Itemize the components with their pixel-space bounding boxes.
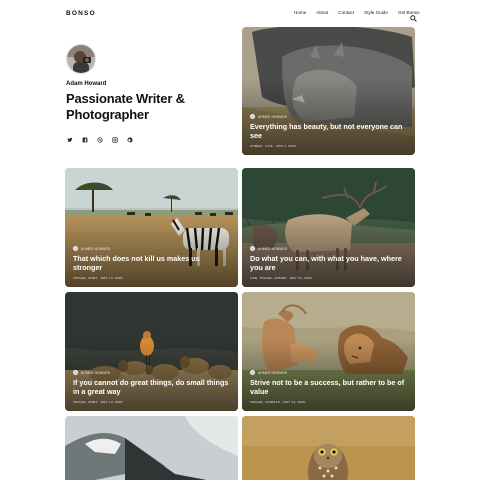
search-icon[interactable] [410,9,417,22]
nav-home[interactable]: Home [294,10,306,15]
post-card[interactable]: Ahmed Howard That which does not kill us… [65,168,238,287]
post-tags[interactable]: Travel, Animals [250,400,280,404]
post-card[interactable]: Ahmed Howard Strive not to be a success,… [242,292,415,411]
post-date: May 14, 2020 [289,276,312,280]
main-nav: Home About Contact Style Guide Get Bonso [294,9,430,22]
post-author-avatar [73,370,78,375]
post-author[interactable]: Ahmed Howard [258,247,287,251]
post-tags[interactable]: Life, Travel, Ahmed [250,276,287,280]
post-title[interactable]: Everything has beauty, but not everyone … [250,122,407,140]
dribbble-icon[interactable] [96,136,103,143]
post-author[interactable]: Ahmed Howard [81,247,110,251]
post-author-avatar [250,370,255,375]
facebook-icon[interactable] [81,136,88,143]
avatar [66,44,96,74]
post-tags[interactable]: Travel, Ahmt [73,276,97,280]
post-card[interactable]: Ahmed Howard If you cannot do great thin… [65,292,238,411]
social-links [66,136,236,143]
post-card[interactable] [65,416,238,480]
owl-photo [242,416,415,480]
post-title[interactable]: Strive not to be a success, but rather t… [250,378,407,396]
post-title[interactable]: Do what you can, with what you have, whe… [250,254,407,272]
post-author-avatar [73,246,78,251]
instagram-icon[interactable] [111,136,118,143]
post-date: Apr 4, 2020 [276,144,296,148]
post-author[interactable]: Ahmed Howard [258,371,287,375]
post-author[interactable]: Ahmed Howard [81,371,110,375]
post-title[interactable]: If you cannot do great things, do small … [73,378,230,396]
top-bar: BONSO Home About Contact Style Guide Get… [0,0,480,28]
site-logo[interactable]: BONSO [66,10,96,17]
post-card[interactable] [242,416,415,480]
post-tags[interactable]: Travel, Ahmt [73,400,97,404]
post-date: May 14, 2020 [100,400,123,404]
github-icon[interactable] [126,136,133,143]
twitter-icon[interactable] [66,136,73,143]
post-tags[interactable]: Ahmed · Life [250,144,273,148]
nav-style-guide[interactable]: Style Guide [364,10,388,15]
post-author-avatar [250,114,255,119]
post-author-avatar [250,246,255,251]
post-card[interactable]: Ahmed Howard Everything has beauty, but … [242,27,415,155]
nav-about[interactable]: About [316,10,328,15]
author-profile: Adam Howard Passionate Writer & Photogra… [66,44,236,143]
post-date: May 14, 2020 [100,276,123,280]
post-date: May 14, 2020 [283,400,306,404]
post-author[interactable]: Ahmed Howard [258,115,287,119]
author-name: Adam Howard [66,81,107,87]
mountain-photo [65,416,238,480]
nav-contact[interactable]: Contact [338,10,354,15]
author-headline: Passionate Writer & Photographer [66,91,185,122]
post-card[interactable]: Ahmed Howard Do what you can, with what … [242,168,415,287]
post-title[interactable]: That which does not kill us makes us str… [73,254,230,272]
